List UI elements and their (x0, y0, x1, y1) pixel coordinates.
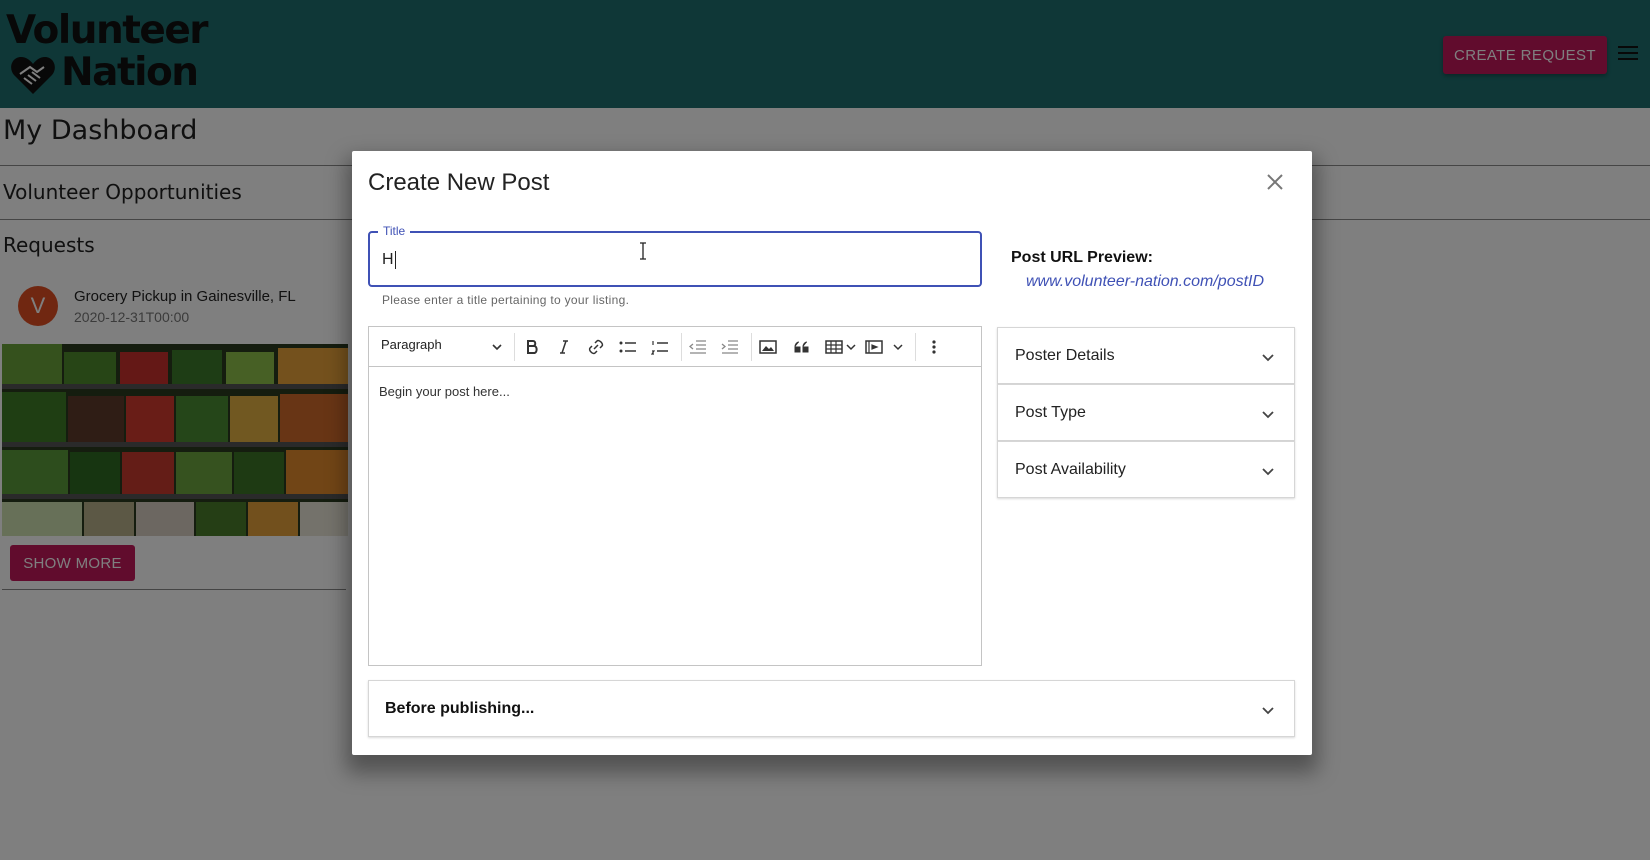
bold-icon[interactable] (521, 336, 543, 358)
toolbar-separator (915, 333, 916, 361)
rich-text-editor: Paragraph Begin your post here... (368, 326, 982, 666)
post-availability-accordion[interactable]: Post Availability (997, 441, 1295, 498)
chevron-down-icon (1262, 468, 1274, 476)
chevron-down-icon[interactable] (491, 341, 503, 353)
toolbar-separator (681, 333, 682, 361)
accordion-label: Poster Details (1015, 347, 1115, 364)
title-input[interactable] (382, 249, 942, 271)
post-type-accordion[interactable]: Post Type (997, 384, 1295, 441)
create-post-dialog: Create New Post Title Please enter a tit… (352, 151, 1312, 755)
link-icon[interactable] (585, 336, 607, 358)
text-caret (395, 251, 396, 269)
chevron-down-icon[interactable] (846, 342, 856, 352)
accordion-label: Post Type (1015, 404, 1086, 421)
blockquote-icon[interactable] (791, 336, 813, 358)
text-cursor-icon (640, 242, 646, 260)
image-icon[interactable] (757, 336, 779, 358)
chevron-down-icon (1262, 411, 1274, 419)
bulleted-list-icon[interactable] (617, 336, 639, 358)
table-icon[interactable] (823, 336, 845, 358)
more-options-icon[interactable] (923, 336, 945, 358)
title-field-label: Title (378, 224, 411, 238)
accordion-label: Before publishing... (385, 700, 535, 717)
editor-content-area[interactable]: Begin your post here... (379, 384, 510, 399)
chevron-down-icon (1262, 707, 1274, 715)
chevron-down-icon (1262, 354, 1274, 362)
block-format-dropdown[interactable]: Paragraph (381, 337, 442, 352)
title-helper-text: Please enter a title pertaining to your … (382, 293, 630, 307)
toolbar-separator (514, 333, 515, 361)
dialog-title: Create New Post (368, 169, 550, 196)
italic-icon[interactable] (553, 336, 575, 358)
media-embed-icon[interactable] (863, 336, 885, 358)
chevron-down-icon[interactable] (893, 342, 903, 352)
numbered-list-icon[interactable] (649, 336, 671, 358)
before-publishing-accordion[interactable]: Before publishing... (368, 680, 1295, 737)
outdent-icon[interactable] (687, 336, 709, 358)
editor-toolbar: Paragraph (369, 327, 981, 367)
title-field[interactable]: Title (368, 224, 982, 287)
url-preview-value: www.volunteer-nation.com/postID (1026, 273, 1265, 290)
accordion-label: Post Availability (1015, 461, 1126, 478)
url-preview-label: Post URL Preview: (1011, 249, 1153, 266)
indent-icon[interactable] (719, 336, 741, 358)
close-icon[interactable] (1263, 170, 1287, 194)
toolbar-separator (751, 333, 752, 361)
poster-details-accordion[interactable]: Poster Details (997, 327, 1295, 384)
